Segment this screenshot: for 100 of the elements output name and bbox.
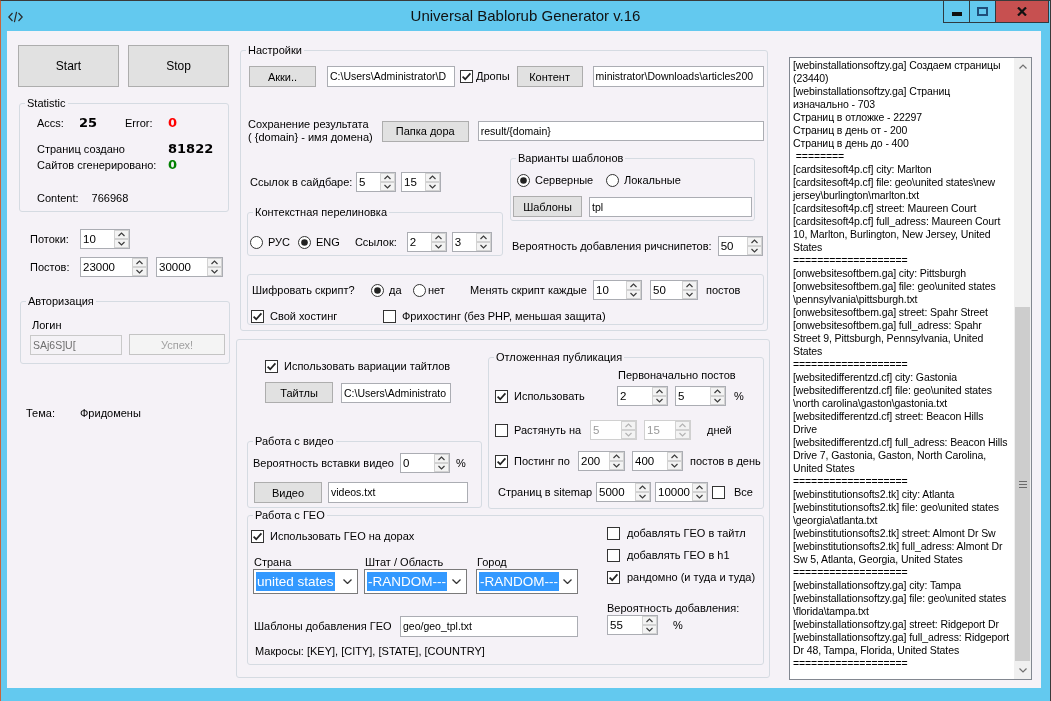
log-line: Drive [793, 423, 817, 436]
log-line: [webinstallationsoftzy.ga] street: Ridgeport Dr [793, 618, 999, 631]
log-textarea[interactable] [789, 57, 1032, 680]
stat-value: 81822 [168, 141, 214, 157]
stat-value: 25 [79, 115, 99, 131]
close-icon [1017, 7, 1027, 16]
chevron-up-icon[interactable] [1018, 64, 1027, 69]
checkbox[interactable] [495, 423, 508, 437]
checkbox-label: Использовать ГЕО на дорах [270, 530, 415, 543]
log-line: [webinstallationsoftzy.ga] Страниц [793, 85, 951, 98]
radio-button[interactable] [250, 235, 263, 249]
field-label: Город [476, 556, 507, 569]
field-label: дней [707, 423, 732, 437]
log-line: Street 9, Pittsburgh, Pennsylvania, United [793, 332, 984, 345]
log-line: [webinstallationsoftzy.ga] city: Tampa [793, 579, 961, 592]
radio-button[interactable] [413, 283, 426, 297]
video-button[interactable]: Видео [254, 482, 322, 503]
checkbox[interactable] [251, 310, 264, 323]
accounts-button[interactable]: Акки.. [249, 66, 316, 87]
templates-button[interactable]: Шаблоны [513, 196, 582, 217]
field-label: Тема: [26, 407, 56, 420]
scrollbar[interactable] [1014, 58, 1031, 679]
scrollbar-thumb[interactable] [1015, 307, 1030, 661]
group-title: Настройки [247, 44, 303, 57]
checkbox[interactable] [460, 70, 473, 83]
start-button[interactable]: Start [18, 45, 119, 87]
folder-button[interactable]: Папка дора [381, 120, 469, 142]
path-field[interactable]: ministrator\Downloads\articles200 [592, 66, 764, 87]
path-field[interactable]: result/{domain} [477, 121, 764, 141]
field-label: Шифровать скрипт? [252, 283, 356, 297]
close-button[interactable] [996, 1, 1049, 23]
checkbox[interactable] [495, 454, 508, 468]
radio-button[interactable] [517, 174, 530, 187]
stat-value: 766968 [91, 191, 129, 206]
stat-label: Сайтов сгенерировано: [37, 158, 158, 173]
field-label: % [673, 618, 683, 632]
log-line: =================== [793, 358, 908, 371]
radio-label: РУС [268, 235, 291, 249]
content-button[interactable]: Контент [516, 66, 583, 87]
radio-button[interactable] [371, 283, 384, 297]
log-line: Страниц в день от - 200 [793, 124, 908, 137]
checkbox[interactable] [607, 527, 620, 540]
log-line: =================== [793, 566, 908, 579]
stat-value: 0 [168, 157, 178, 173]
checkbox[interactable] [607, 571, 620, 584]
chevron-down-icon[interactable] [563, 579, 572, 584]
field-label: Менять скрипт каждые [470, 283, 588, 297]
log-line: [websitedifferentzd.cf] street: Beacon Hills [793, 410, 984, 423]
log-line: Sw 5, Atlanta, Georgia, United States [793, 553, 963, 566]
field-label: % [734, 389, 744, 403]
stat-label: Страниц создано [37, 142, 126, 157]
minimize-button[interactable] [943, 1, 970, 23]
chevron-down-icon[interactable] [452, 579, 461, 584]
field-label: Страна [253, 556, 292, 569]
path-field[interactable]: geo/geo_tpl.txt [400, 616, 578, 637]
path-field[interactable]: tpl [589, 196, 752, 217]
log-line: Страниц в отложке - 22297 [793, 111, 922, 124]
log-line: [cardsitesoft4p.cf] file: geo\united states\new [793, 176, 995, 189]
log-line: States [793, 241, 823, 254]
log-line: [websitedifferentzd.cf] full_adress: Beacon Hills [793, 436, 1008, 449]
log-line: [cardsitesoft4p.cf] street: Maureen Court [793, 202, 977, 215]
field-label: Постов: [30, 260, 71, 274]
log-line: ======== [794, 150, 845, 163]
checkbox[interactable] [712, 485, 725, 499]
checkbox-label: Использовать [514, 389, 586, 403]
maximize-button[interactable] [970, 1, 996, 23]
checkbox[interactable] [495, 389, 508, 403]
stat-value: 0 [168, 115, 178, 131]
field-label: Штат / Область [364, 556, 444, 569]
log-line: [onwebsitesoftbem.ga] city: Pittsburgh [793, 267, 967, 280]
chevron-down-icon[interactable] [343, 579, 352, 584]
path-field[interactable]: C:\Users\Administrator\D [327, 66, 455, 87]
radio-label: ENG [316, 235, 340, 249]
checkbox[interactable] [383, 310, 396, 323]
checkbox-label: Все [734, 485, 753, 499]
field-label: Первоначально постов [618, 369, 736, 382]
checkbox[interactable] [251, 530, 264, 543]
radio-label: Серверные [535, 174, 594, 187]
log-line: \georgia\atlanta.txt [793, 514, 878, 527]
log-line: 10, Marlton, Burlington, New Jersey, United [793, 228, 991, 241]
stop-button[interactable]: Stop [128, 45, 229, 87]
radio-button[interactable] [298, 235, 312, 249]
radio-label: да [389, 283, 402, 297]
field-label: Логин [32, 319, 62, 332]
checkbox[interactable] [265, 360, 278, 373]
group-title: Контекстная перелиновка [254, 206, 389, 219]
path-field[interactable]: C:\Users\Administrato [341, 382, 451, 403]
log-line: (23440) [793, 72, 829, 85]
group-title: Работа с ГЕО [254, 509, 326, 522]
path-field[interactable]: videos.txt [328, 482, 468, 503]
radio-button[interactable] [606, 174, 619, 187]
radio-label: Локальные [624, 174, 681, 187]
field-label: Ссылок: [354, 235, 397, 249]
log-line: =================== [793, 657, 908, 670]
log-line: [websitedifferentzd.cf] city: Gastonia [793, 371, 958, 384]
log-line: [webinstallationsoftzy.ga] full_adress: Ridgeport [793, 631, 1010, 644]
field-label: Шаблоны добавления ГЕО [254, 620, 393, 633]
titles-button[interactable]: Тайтлы [265, 382, 333, 403]
field-label: Вероятность добавления: [607, 602, 740, 615]
checkbox[interactable] [607, 549, 620, 562]
